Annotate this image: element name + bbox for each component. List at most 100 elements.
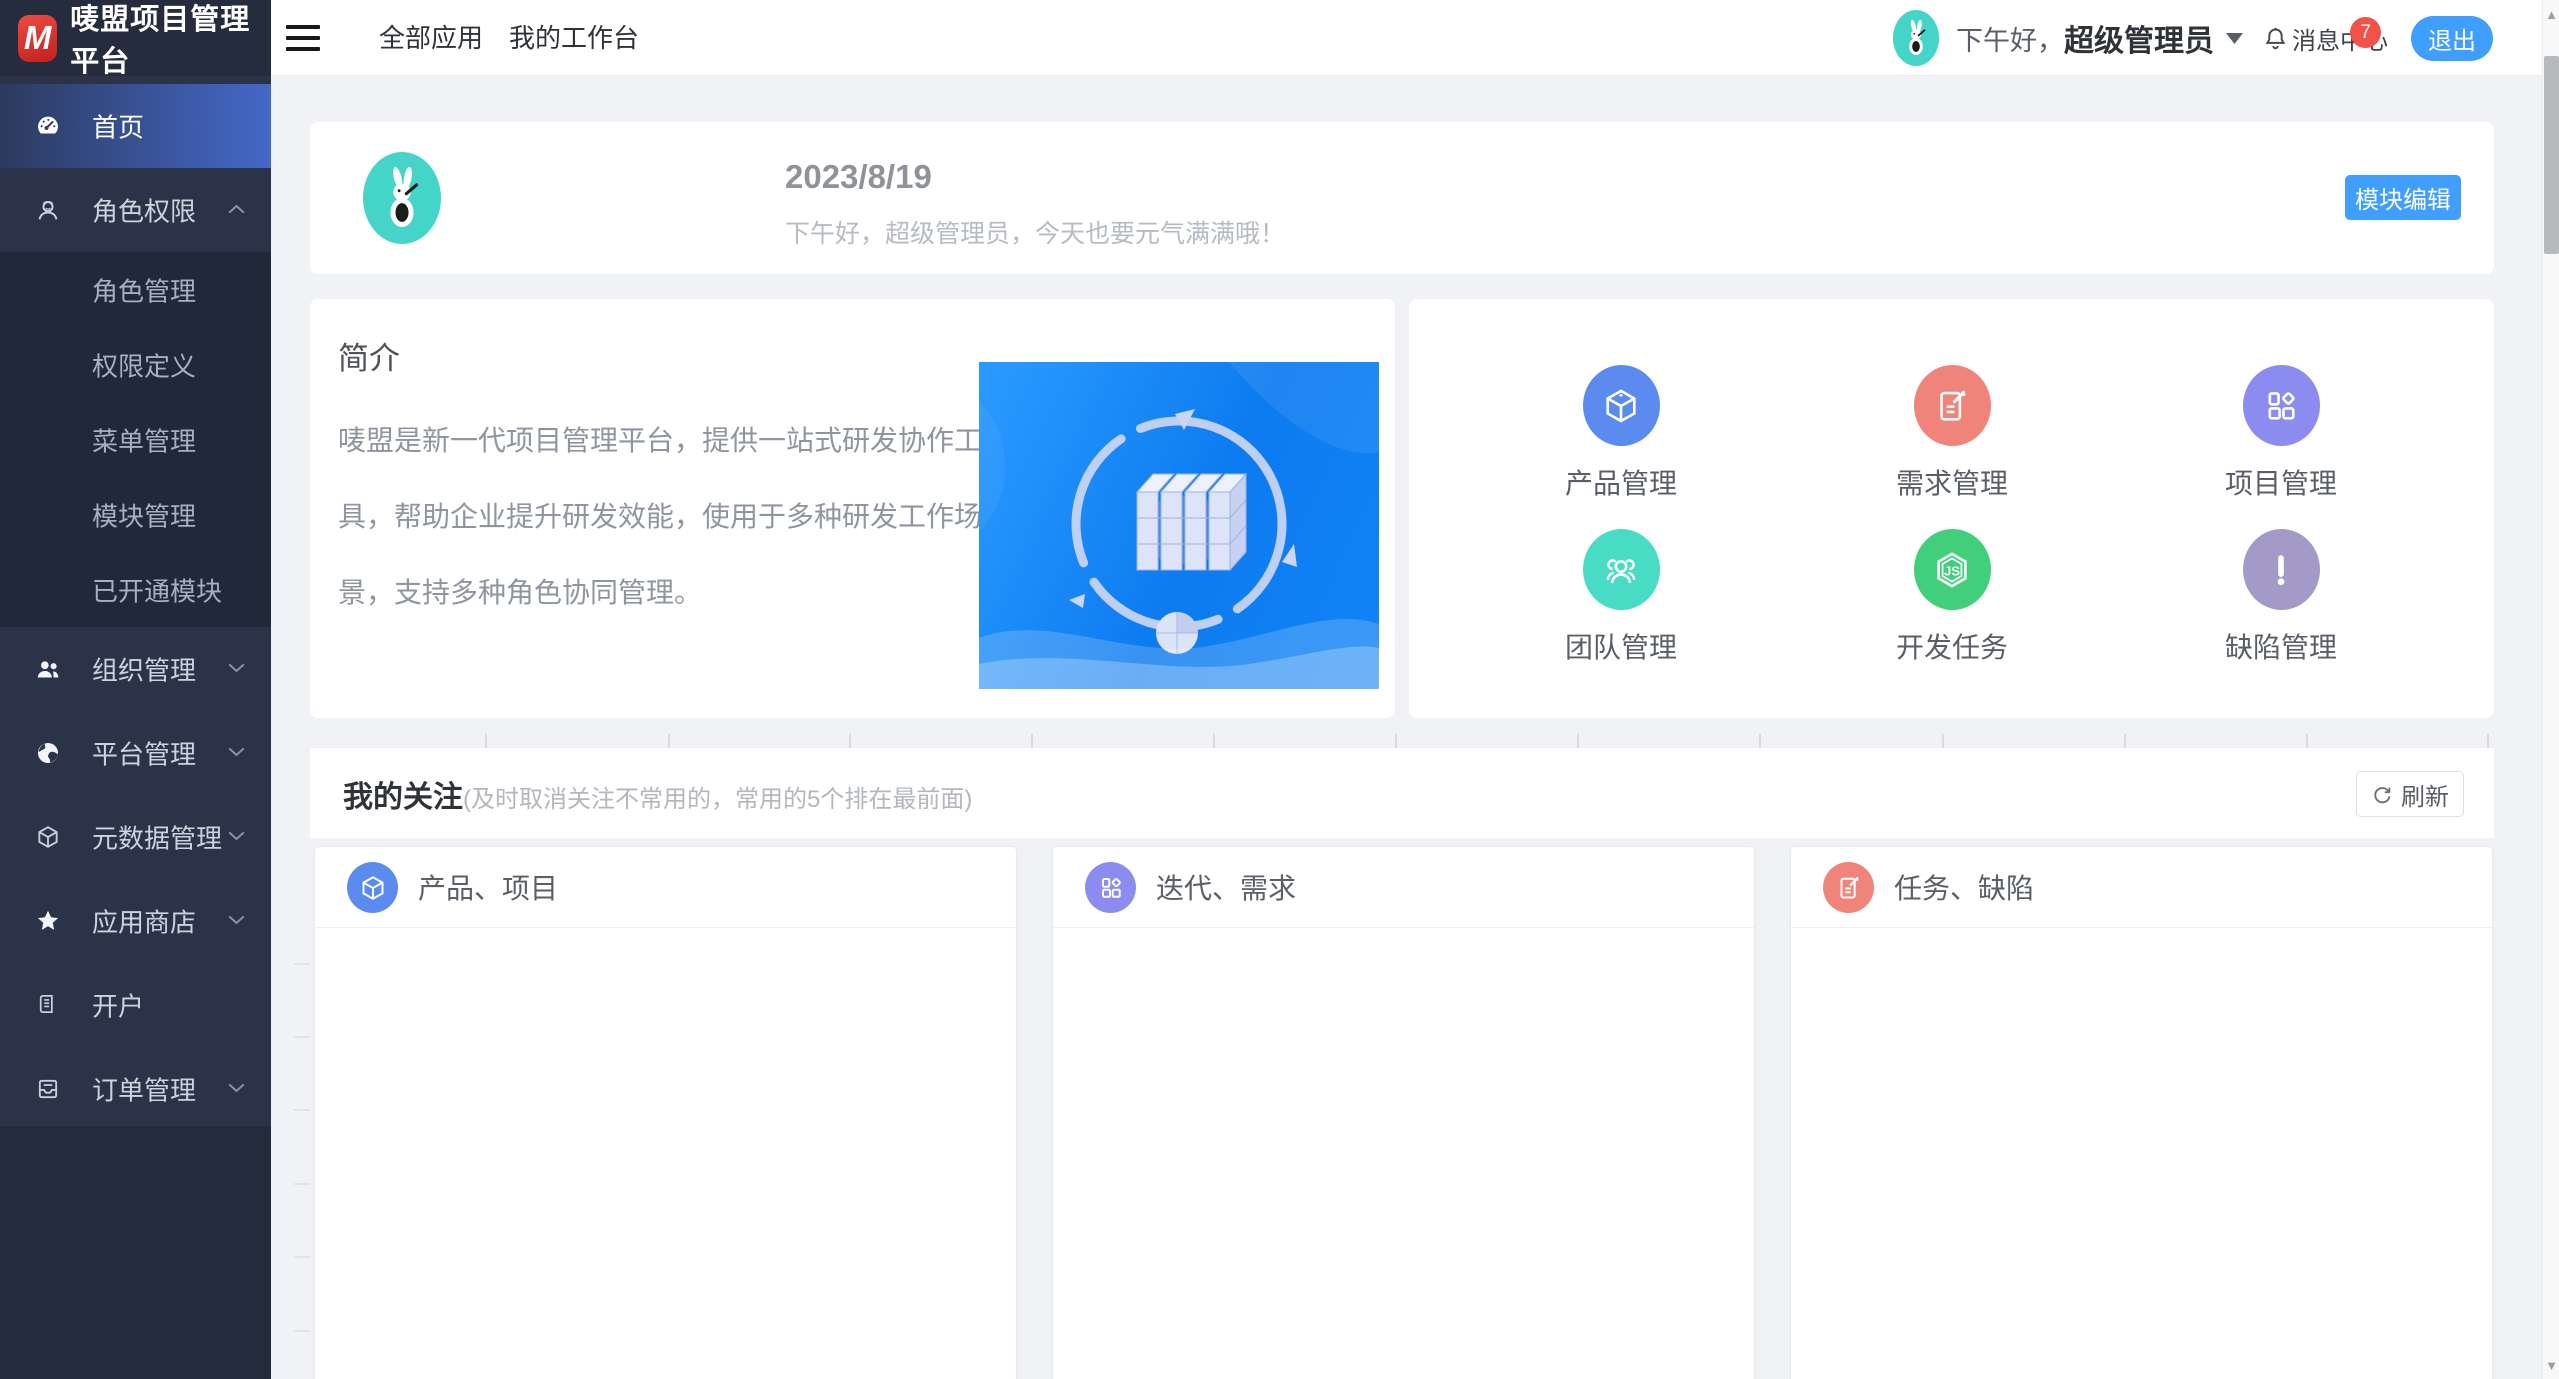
sidebar-item-opened-modules[interactable]: 已开通模块 <box>0 552 271 627</box>
menu-toggle-icon[interactable] <box>286 25 320 51</box>
scroll-up-icon[interactable]: ▲ <box>2543 0 2559 28</box>
gridline-tick <box>1031 734 1033 749</box>
module-projects[interactable]: 项目管理 <box>2116 365 2446 502</box>
nav-all-apps[interactable]: 全部应用 <box>379 0 483 76</box>
vertical-scrollbar[interactable]: ▲ ▼ <box>2542 0 2559 1379</box>
sidebar-item-permission-define[interactable]: 权限定义 <box>0 327 271 402</box>
nav-my-workbench[interactable]: 我的工作台 <box>509 0 639 76</box>
gridline-stub <box>294 1109 310 1111</box>
bell-icon <box>2262 25 2289 52</box>
module-requirements[interactable]: 需求管理 <box>1787 365 2117 502</box>
follow-hint: (及时取消关注不常用的，常用的5个排在最前面) <box>463 786 972 813</box>
gridline-tick <box>668 734 670 749</box>
caret-down-icon <box>2226 33 2243 44</box>
app-logo[interactable]: M 唛盟项目管理平台 <box>0 0 271 76</box>
sidebar-item-module-manage[interactable]: 模块管理 <box>0 477 271 552</box>
sidebar-item-orders[interactable]: 订单管理 <box>0 1047 271 1131</box>
sidebar-item-open-account[interactable]: 开户 <box>0 963 271 1047</box>
cube-loop-illustration-icon <box>979 362 1379 689</box>
sidebar-item-label: 开户 <box>92 987 144 1024</box>
gridline-stub <box>294 1036 310 1038</box>
nodejs-icon: JS <box>1914 529 1991 610</box>
follow-card-header: 迭代、需求 <box>1053 847 1754 928</box>
sidebar-item-platform[interactable]: 平台管理 <box>0 711 271 795</box>
sidebar-item-label: 角色权限 <box>92 192 196 229</box>
follow-card-title: 任务、缺陷 <box>1894 867 2034 907</box>
intro-body: 唛盟是新一代项目管理平台，提供一站式研发协作工具，帮助企业提升研发效能，使用于多… <box>338 403 998 631</box>
gridline-tick <box>2487 734 2489 749</box>
logo-m-icon: M <box>18 15 57 62</box>
follow-card-header: 任务、缺陷 <box>1791 847 2492 928</box>
intro-title: 简介 <box>338 333 400 378</box>
refresh-button[interactable]: 刷新 <box>2356 771 2464 817</box>
chevron-down-icon <box>228 660 245 678</box>
exclamation-icon <box>2243 529 2320 610</box>
module-dev-tasks[interactable]: JS 开发任务 <box>1787 529 2117 666</box>
username: 超级管理员 <box>2064 16 2214 60</box>
follow-card-header: 产品、项目 <box>315 847 1016 928</box>
document-icon <box>34 991 62 1019</box>
follow-card-iterations-requirements: 迭代、需求 <box>1052 846 1755 1379</box>
follow-title: 我的关注(及时取消关注不常用的，常用的5个排在最前面) <box>343 772 972 816</box>
cube-outline-icon <box>34 823 62 851</box>
star-icon <box>34 907 62 935</box>
sidebar-item-org[interactable]: 组织管理 <box>0 627 271 711</box>
module-edit-button[interactable]: 模块编辑 <box>2345 175 2461 220</box>
sidebar-item-metadata[interactable]: 元数据管理 <box>0 795 271 879</box>
welcome-message: 下午好，超级管理员，今天也要元气满满哦！ <box>785 214 1285 250</box>
sidebar-item-label: 组织管理 <box>92 651 196 688</box>
person-icon <box>34 196 62 224</box>
sidebar-item-label: 首页 <box>92 108 144 145</box>
sidebar-item-menu-manage[interactable]: 菜单管理 <box>0 402 271 477</box>
sidebar-item-role-group[interactable]: 角色权限 <box>0 168 271 252</box>
scrollbar-thumb[interactable] <box>2544 56 2559 254</box>
gridline-tick <box>1395 734 1397 749</box>
sidebar-submenu-role: 角色管理 权限定义 菜单管理 模块管理 已开通模块 <box>0 252 271 627</box>
sidebar-item-role-manage[interactable]: 角色管理 <box>0 252 271 327</box>
chevron-up-icon <box>228 201 245 219</box>
refresh-icon <box>2371 783 2393 805</box>
globe-icon <box>34 739 62 767</box>
team-icon <box>1583 529 1660 610</box>
follow-card-products-projects: 产品、项目 <box>314 846 1017 1379</box>
welcome-card: 2023/8/19 下午好，超级管理员，今天也要元气满满哦！ 模块编辑 <box>310 122 2494 274</box>
gridline-stub <box>294 1256 310 1258</box>
sidebar-item-label: 平台管理 <box>92 735 196 772</box>
follow-header-band: 我的关注(及时取消关注不常用的，常用的5个排在最前面) 刷新 <box>310 748 2494 838</box>
grid-icon <box>2243 365 2320 446</box>
module-team[interactable]: 团队管理 <box>1456 529 1786 666</box>
welcome-date: 2023/8/19 <box>785 158 932 196</box>
user-dropdown[interactable]: 下午好， 超级管理员 <box>1956 0 2243 76</box>
dashboard-icon <box>34 112 62 140</box>
gridline-tick <box>485 734 487 749</box>
grid-icon <box>1085 862 1136 913</box>
cube-icon <box>347 862 398 913</box>
scroll-down-icon[interactable]: ▼ <box>2543 1351 2559 1379</box>
gridline-tick <box>2124 734 2126 749</box>
gridline-stub <box>294 1330 310 1332</box>
gridline-tick <box>1759 734 1761 749</box>
sidebar-item-label: 订单管理 <box>92 1071 196 1108</box>
sidebar-nav: 首页 角色权限 角色管理 权限定义 菜单管理 模块管理 已开通模块 <box>0 76 271 1379</box>
intro-illustration <box>979 362 1379 689</box>
sidebar-item-app-store[interactable]: 应用商店 <box>0 879 271 963</box>
app-title: 唛盟项目管理平台 <box>70 0 271 80</box>
sidebar-item-label: 元数据管理 <box>92 819 222 856</box>
module-product[interactable]: 产品管理 <box>1456 365 1786 502</box>
top-header: M 唛盟项目管理平台 全部应用 我的工作台 下午好， 超级管理员 <box>0 0 2559 76</box>
svg-text:JS: JS <box>1944 563 1960 578</box>
chevron-down-icon <box>228 828 245 846</box>
cube-icon <box>1583 365 1660 446</box>
gridline-stub <box>294 963 310 965</box>
chevron-down-icon <box>228 912 245 930</box>
follow-card-title: 产品、项目 <box>418 867 558 907</box>
sidebar-item-home[interactable]: 首页 <box>0 84 271 168</box>
module-defects[interactable]: 缺陷管理 <box>2116 529 2446 666</box>
gridline-tick <box>849 734 851 749</box>
gridline-stub <box>294 1183 310 1185</box>
chevron-down-icon <box>228 744 245 762</box>
intro-card: 简介 唛盟是新一代项目管理平台，提供一站式研发协作工具，帮助企业提升研发效能，使… <box>310 299 1395 718</box>
user-avatar[interactable] <box>1893 10 1939 66</box>
logout-button[interactable]: 退出 <box>2411 16 2493 61</box>
follow-card-tasks-defects: 任务、缺陷 <box>1790 846 2493 1379</box>
